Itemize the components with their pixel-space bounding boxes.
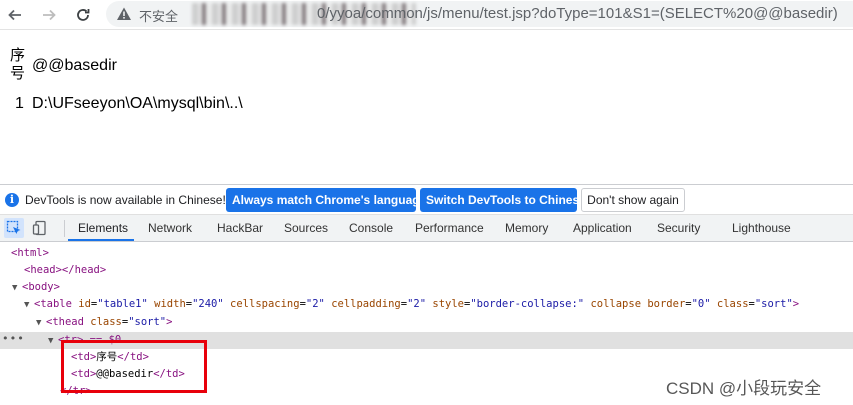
attr-name: id [78,298,91,310]
info-icon: i [5,193,19,207]
attr-value: "0" [691,298,711,310]
tab-sources[interactable]: Sources [284,221,328,235]
warning-icon[interactable] [116,6,132,22]
expand-triangle-icon[interactable]: ▼ [48,333,58,349]
inspect-cursor-icon [6,220,21,234]
arrow-right-icon [43,9,56,21]
tab-elements[interactable]: Elements [78,221,128,235]
table-cell-basedir: D:\UFseeyon\OA\mysql\bin\..\ [32,95,243,112]
tab-memory[interactable]: Memory [505,221,548,235]
attr-name: cellpadding [331,298,401,310]
tab-hackbar[interactable]: HackBar [217,221,263,235]
dom-node-head[interactable]: <head></head> [24,262,106,278]
url-text[interactable]: 0/yyoa/common/js/menu/test.jsp?doType=10… [317,5,838,22]
attr-value: "border-collapse:" [470,298,585,310]
attr-name: collapse [590,298,642,310]
attr-name: class [716,298,749,310]
watermark: CSDN @小段玩安全 [666,379,822,398]
dom-node-td-2[interactable]: <td>@@basedir</td> [71,366,185,382]
attr-value: "sort" [754,298,793,310]
reload-icon [77,9,90,21]
dont-show-again-button[interactable]: Don't show again [581,188,685,212]
dom-tr-tag: <tr> == $0 [58,334,122,346]
more-options-icon[interactable]: ••• [2,332,25,345]
security-label: 不安全 [139,9,179,24]
always-match-language-button[interactable]: Always match Chrome's language [226,188,426,212]
tab-performance[interactable]: Performance [415,221,484,235]
dom-td-close: </td> [153,368,185,380]
address-bar[interactable]: 不安全 0/yyoa/common/js/menu/test.jsp?doTyp… [106,1,853,27]
device-toolbar-button[interactable] [30,218,50,238]
dom-td-open: <td> [71,351,97,363]
devtools-language-infobar: i DevTools is now available in Chinese! … [0,184,853,215]
dom-node-td-1[interactable]: <td>序号</td> [71,349,149,365]
browser-toolbar: 不安全 0/yyoa/common/js/menu/test.jsp?doTyp… [0,0,853,30]
page-content: 序号 @@basedir 1 D:\UFseeyon\OA\mysql\bin\… [0,30,853,182]
active-tab-indicator [68,239,134,241]
toolbar-divider [64,220,65,237]
dom-node-tr[interactable]: ▼ <tr> == $0 [48,332,121,348]
attr-value: "240" [192,298,224,310]
attr-name: style [432,298,464,310]
tab-lighthouse[interactable]: Lighthouse [732,221,791,235]
table-cell-index: 1 [15,95,24,112]
attr-name: border [647,298,686,310]
expand-triangle-icon[interactable]: ▼ [36,315,46,331]
dom-node-tr-close[interactable]: </tr> [60,383,92,399]
forward-button[interactable] [38,4,60,26]
dom-tr-close: </tr> [60,385,92,397]
attr-value: "table1" [97,298,148,310]
dom-node-body[interactable]: ▼ <body> [12,279,60,295]
inspect-element-button[interactable] [4,218,24,238]
selected-dom-row[interactable] [0,332,853,349]
dom-thead-tag: <thead [46,316,84,328]
dom-node-html[interactable]: <html> [11,245,49,261]
attr-value: "2" [407,298,427,310]
infobar-message: DevTools is now available in Chinese! [25,193,226,207]
tab-security[interactable]: Security [657,221,700,235]
back-button[interactable] [4,4,26,26]
tab-application[interactable]: Application [573,221,632,235]
expand-triangle-icon[interactable]: ▼ [24,297,34,313]
tab-network[interactable]: Network [148,221,192,235]
dom-td-text: 序号 [96,351,118,363]
attr-value: "2" [305,298,325,310]
switch-to-chinese-button[interactable]: Switch DevTools to Chinese [420,188,586,212]
dom-body-tag: <body> [22,281,60,293]
dom-td-open: <td> [71,368,97,380]
dom-td-close: </td> [117,351,149,363]
attr-name: width [154,298,186,310]
dom-html-tag: <html> [11,247,49,259]
attr-name: cellspacing [230,298,300,310]
reload-button[interactable] [72,4,94,26]
attr-name: class [90,316,122,328]
attr-value: "sort" [128,316,167,328]
arrow-left-icon [8,9,21,21]
table-header-index: 序号 [10,47,26,82]
tab-console[interactable]: Console [349,221,393,235]
dom-node-thead[interactable]: ▼ <thead class="sort"> [36,314,172,330]
dom-node-table[interactable]: ▼ <table id="table1" width="240" cellspac… [24,296,799,312]
expand-triangle-icon[interactable]: ▼ [12,280,22,296]
table-header-basedir: @@basedir [32,57,117,74]
devtools-tab-strip: Elements Network HackBar Sources Console… [0,215,853,242]
dom-td-text: @@basedir [96,368,154,380]
dom-head-tag: <head></head> [24,264,107,276]
dom-table-tag: <table [34,298,72,310]
device-icon [32,220,46,236]
